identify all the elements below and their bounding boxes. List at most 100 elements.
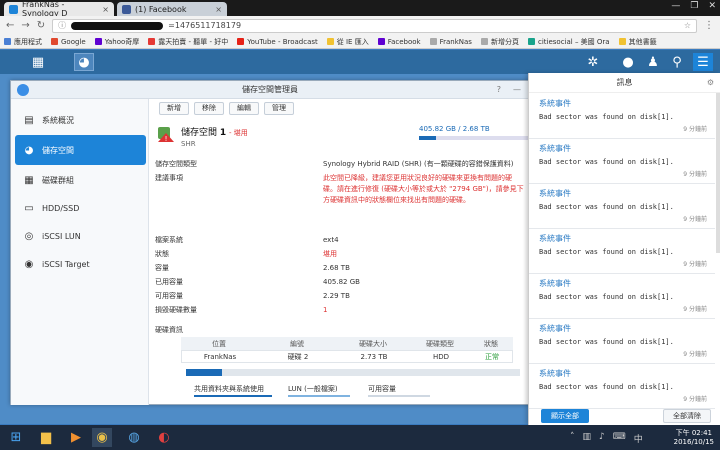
help-button[interactable]: ? [497,81,501,99]
tab-facebook[interactable]: (1) Facebook × [117,2,227,16]
usage-text: 405.82 GB / 2.68 TB [419,125,490,133]
window-titlebar[interactable]: 儲存空間管理員 ? — [11,81,529,99]
sidebar-item-label: 磁碟群組 [42,175,74,185]
legend-shared-folders: 共用資料夾與系統使用 [194,384,272,397]
notification-item[interactable]: 系統事件 Bad sector was found on disk[1]. 9 分鐘… [529,138,715,184]
notification-item[interactable]: 系統事件 Bad sector was found on disk[1]. 9 分鐘… [529,93,715,139]
network-icon[interactable]: ▥ [583,432,592,445]
bookmark-item[interactable]: 應用程式 [4,37,42,47]
main-menu-icon[interactable]: ▦ [28,53,48,71]
bookmark-label: Yahoo奇摩 [104,37,140,46]
back-arrow-icon[interactable]: ← [6,20,14,31]
language-icon[interactable]: 中 [634,432,643,445]
sidebar-item-label: iSCSI LUN [42,231,81,241]
detail-key: 狀態 [155,250,169,258]
column-header[interactable]: 硬碟大小 [337,339,409,349]
bookmark-item[interactable]: 從 IE 匯入 [326,37,369,47]
notification-item[interactable]: 系統事件 Bad sector was found on disk[1]. 9 分鐘… [529,318,715,364]
sidebar-item-hdd[interactable]: ▭ HDD/SSD [15,195,146,221]
column-header[interactable]: 位置 [181,339,257,349]
notification-item[interactable]: 系統事件 Bad sector was found on disk[1]. 9 分鐘… [529,363,715,409]
detail-row: 儲存空間類型 Synology Hybrid RAID (SHR) (有一顆硬碟的… [155,159,525,170]
sidebar-item-diskgroup[interactable]: ▦ 磁碟群組 [15,167,146,193]
file-explorer-icon[interactable]: ▆ [36,428,56,447]
bookmarks-bar: 應用程式 Google Yahoo奇摩 露天拍賣 - 聽單 - 好中 YouTube -… [0,35,720,49]
notification-settings-gear-icon[interactable]: ⚙ [707,73,714,93]
bookmark-item[interactable]: 新增分頁 [480,37,519,47]
clear-all-button[interactable]: 全部清除 [663,409,711,423]
sidebar-item-overview[interactable]: ▤ 系統概況 [15,107,146,133]
manage-button[interactable]: 管理 [264,101,294,115]
user-icon[interactable]: ♟ [643,53,663,71]
browser-tab-bar: FrankNas - Synology D × (1) Facebook × —… [0,0,720,18]
legend-label: LUN (一般檔案) [288,385,338,393]
media-player-icon[interactable]: ▶ [66,428,86,447]
tab-close-icon[interactable]: × [102,5,109,14]
notification-item[interactable]: 系統事件 Bad sector was found on disk[1]. 9 分鐘… [529,273,715,319]
tab-synology[interactable]: FrankNas - Synology D × [4,0,114,18]
show-all-button[interactable]: 顯示全部 [541,409,589,423]
minimize-window-button[interactable]: — [513,81,521,99]
column-header[interactable]: 狀態 [471,339,511,349]
tab-close-icon[interactable]: × [215,5,222,14]
bookmark-star-icon[interactable]: ☆ [684,21,691,30]
close-window-button[interactable]: ✕ [708,1,716,11]
bookmark-favicon-icon [237,38,245,45]
notification-item-message: Bad sector was found on disk[1]. [539,158,674,166]
detail-row: 檔案系統 ext4 [155,235,525,246]
info-icon: ⓘ [58,21,67,30]
forward-arrow-icon[interactable]: → [21,20,29,31]
sidebar-item-iscsi-target[interactable]: ◉ iSCSI Target [15,251,146,277]
column-header[interactable]: 編號 [257,339,337,349]
chat-icon[interactable]: ● [618,53,638,71]
detail-key: 已用容量 [155,278,183,286]
sidebar-item-storage[interactable]: ◕ 儲存空間 [15,135,146,165]
chrome-menu-icon[interactable]: ⋮ [704,20,714,31]
bookmark-item[interactable]: FrankNas [429,38,472,46]
notification-item-message: Bad sector was found on disk[1]. [539,203,674,211]
widgets-gear-icon[interactable]: ✲ [583,53,603,71]
bookmark-item[interactable]: Yahoo奇摩 [94,37,140,47]
bookmark-item[interactable]: 其他書籤 [618,37,657,47]
sidebar: ▤ 系統概況 ◕ 儲存空間 ▦ 磁碟群組 ▭ HDD/SSD ◎ iSCSI LUN ◉ iSCSI … [11,99,149,405]
detail-key: 建議事項 [155,174,183,182]
notification-item[interactable]: 系統事件 Bad sector was found on disk[1]. 9 分鐘… [529,228,715,274]
browser-taskbar-icon[interactable]: ◍ [124,428,144,447]
windows-start-icon[interactable]: ⊞ [6,428,26,447]
bookmark-favicon-icon [94,38,102,45]
chrome-taskbar-icon[interactable]: ◉ [92,428,112,447]
bookmark-item[interactable]: Google [51,38,86,46]
minimize-button[interactable]: — [671,1,680,11]
bookmark-label: 應用程式 [14,37,42,46]
clock[interactable]: 下午 02:41 2016/10/15 [674,429,714,447]
volume-title[interactable]: 儲存空間 1 - 堪用 [181,125,248,138]
legend-free: 可用容量 [368,384,430,397]
notification-scrollbar[interactable] [716,93,720,253]
bookmark-item[interactable]: citiesocial – 美國 Ora [527,37,610,47]
edit-button[interactable]: 編輯 [229,101,259,115]
create-button[interactable]: 新增 [159,101,189,115]
maximize-button[interactable]: ❐ [690,1,698,11]
tray-up-arrow-icon[interactable]: ˄ [570,432,575,445]
keyboard-icon[interactable]: ⌨ [613,432,626,445]
sidebar-item-iscsi-lun[interactable]: ◎ iSCSI LUN [15,223,146,249]
bookmark-label: YouTube - Broadcast [247,37,318,46]
windows-taskbar: ⊞ ▆ ▶ ◉ ◍ ◐ ˄ ▥ ♪ ⌨ 中 下午 02:41 2016/10/1… [0,425,720,450]
app-taskbar-icon[interactable]: ◐ [154,428,174,447]
url-input[interactable]: ⓘ =1476511718179 ☆ [52,18,697,33]
notification-panel-icon[interactable]: ☰ [693,53,713,71]
redacted-url [71,21,164,30]
storage-manager-app-icon[interactable]: ◕ [74,53,94,71]
bookmark-item[interactable]: YouTube - Broadcast [237,38,318,46]
reload-icon[interactable]: ↻ [37,20,45,31]
volume-number: 1 [219,128,227,138]
column-header[interactable]: 硬碟類型 [409,339,471,349]
table-row[interactable]: FrankNas 硬碟 2 2.73 TB HDD 正常 [181,350,513,363]
hdd-icon: ▭ [24,202,34,214]
notification-item[interactable]: 系統事件 Bad sector was found on disk[1]. 9 分鐘… [529,183,715,229]
volume-icon[interactable]: ♪ [599,432,605,445]
remove-button[interactable]: 移除 [194,101,224,115]
bookmark-item[interactable]: Facebook [377,38,421,46]
search-icon[interactable]: ⚲ [667,53,687,71]
bookmark-item[interactable]: 露天拍賣 - 聽單 - 好中 [148,37,228,47]
